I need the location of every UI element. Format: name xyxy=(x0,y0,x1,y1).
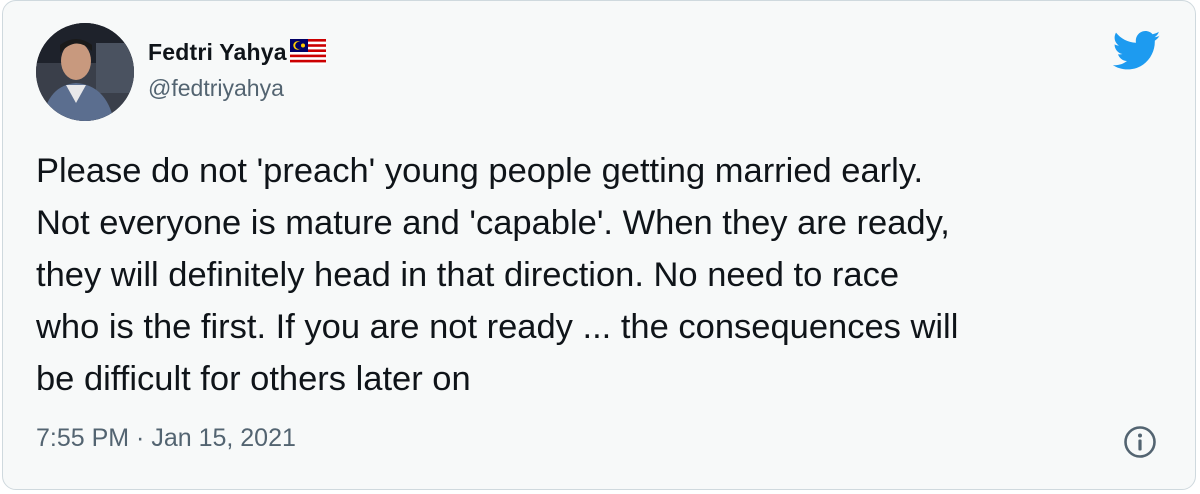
avatar[interactable] xyxy=(36,23,134,121)
tweet-timestamp[interactable]: 7:55 PM · Jan 15, 2021 xyxy=(36,424,296,453)
display-name[interactable]: Fedtri Yahya xyxy=(148,39,287,66)
tweet-card[interactable]: Fedtri Yahya @fedtriyahya Please do not … xyxy=(2,0,1196,490)
info-icon[interactable] xyxy=(1123,425,1157,459)
name-row: Fedtri Yahya xyxy=(148,35,326,69)
handle[interactable]: @fedtriyahya xyxy=(148,75,326,102)
malaysia-flag-icon xyxy=(289,39,326,65)
tweet-text: Please do not 'preach' young people gett… xyxy=(36,152,959,398)
author-block: Fedtri Yahya @fedtriyahya xyxy=(148,35,326,102)
twitter-bird-icon[interactable] xyxy=(1112,31,1161,71)
avatar-photo xyxy=(36,23,134,121)
